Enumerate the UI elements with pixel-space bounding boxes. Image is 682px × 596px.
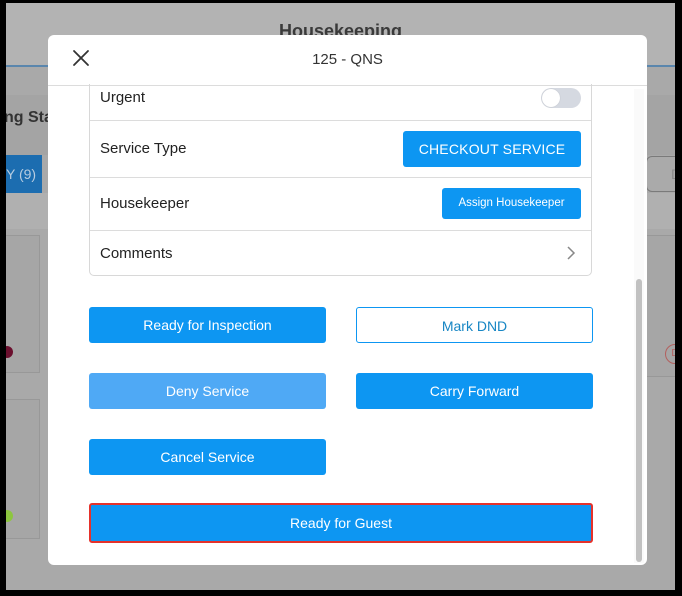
status-dot-clean: [6, 510, 13, 522]
modal-title: 125 - QNS: [312, 51, 383, 68]
cancel-service-button[interactable]: Cancel Service: [89, 439, 326, 475]
chevron-right-icon: [567, 246, 576, 260]
background-tab-active: Y (9): [6, 155, 42, 193]
housekeeper-label: Housekeeper: [100, 195, 190, 212]
scrollbar-thumb[interactable]: [636, 279, 642, 562]
background-room-card: [6, 399, 40, 539]
ready-for-guest-button[interactable]: Ready for Guest: [89, 503, 593, 543]
urgent-label: Urgent: [100, 89, 146, 106]
assign-housekeeper-button[interactable]: Assign Housekeeper: [442, 188, 581, 219]
modal-body: Urgent Service Type CHECKOUT SERVICE Hou…: [48, 84, 647, 565]
detail-row-comments[interactable]: Comments: [90, 231, 591, 275]
status-badge: D: [665, 344, 675, 364]
deny-service-button[interactable]: Deny Service: [89, 373, 326, 409]
status-dot-dirty: [6, 346, 13, 358]
toggle-knob: [542, 89, 560, 107]
background-section-title: ng Sta: [6, 109, 53, 126]
modal-header: 125 - QNS: [48, 35, 647, 86]
mark-dnd-button[interactable]: Mark DND: [356, 307, 593, 343]
carry-forward-button[interactable]: Carry Forward: [356, 373, 593, 409]
service-type-label: Service Type: [100, 140, 187, 157]
room-details-list: Urgent Service Type CHECKOUT SERVICE Hou…: [89, 84, 592, 276]
background-tab-right-label: D: [671, 166, 675, 182]
room-detail-modal: 125 - QNS Urgent Service Type CHECKOUT S…: [48, 35, 647, 565]
background-room-card: [6, 235, 40, 373]
detail-row-urgent: Urgent: [90, 84, 591, 121]
background-tab-right: D: [646, 156, 675, 192]
comments-label: Comments: [100, 245, 173, 262]
detail-row-housekeeper: Housekeeper Assign Housekeeper: [90, 178, 591, 231]
urgent-toggle[interactable]: [541, 88, 581, 108]
detail-row-service-type: Service Type CHECKOUT SERVICE: [90, 121, 591, 178]
service-type-button[interactable]: CHECKOUT SERVICE: [403, 131, 581, 167]
screen: Housekeeping ng Sta Y (9) D D 125 - QNS …: [6, 3, 675, 590]
ready-for-inspection-button[interactable]: Ready for Inspection: [89, 307, 326, 343]
